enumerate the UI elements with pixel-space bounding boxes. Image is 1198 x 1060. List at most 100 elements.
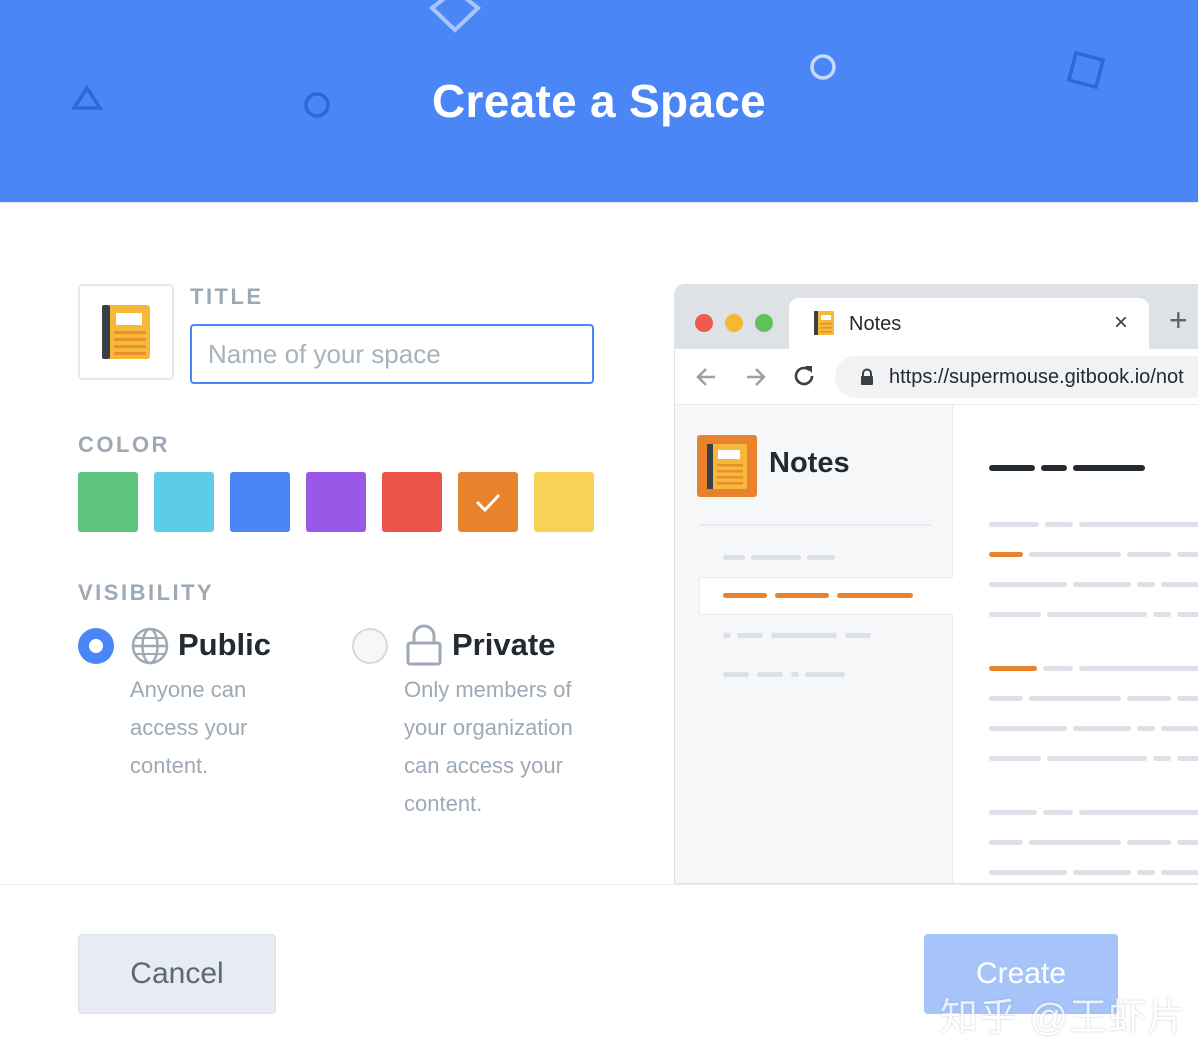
public-option-description: Anyone can access your content. [130, 677, 248, 778]
notebook-icon [814, 311, 834, 335]
text-line [1029, 696, 1121, 701]
color-swatch-orange[interactable] [458, 472, 518, 532]
color-swatch-cyan[interactable] [154, 472, 214, 532]
close-window-dot [695, 314, 713, 332]
text-line [1177, 552, 1198, 557]
active-page-line [723, 593, 767, 598]
active-page-line [837, 593, 913, 598]
public-radio[interactable] [78, 628, 114, 664]
preview-space-title: Notes [769, 447, 850, 479]
text-line [1029, 552, 1121, 557]
text-line [989, 810, 1037, 815]
private-option-description: Only members of your organization can ac… [404, 677, 573, 816]
private-radio[interactable] [352, 628, 388, 664]
space-icon-picker[interactable] [78, 284, 174, 380]
text-line [1137, 582, 1155, 587]
link-line [989, 552, 1023, 557]
text-line [1073, 726, 1131, 731]
browser-tab-bar: Notes × + [675, 285, 1198, 349]
color-swatch-purple[interactable] [306, 472, 366, 532]
text-line [1153, 612, 1171, 617]
heading-line [989, 465, 1035, 471]
text-line [1079, 666, 1198, 671]
notebook-icon [102, 305, 150, 359]
header-divider [0, 202, 1198, 203]
text-line [989, 726, 1067, 731]
placeholder-line [771, 633, 837, 638]
heading-line [1073, 465, 1145, 471]
placeholder-line [751, 555, 801, 560]
color-swatch-blue[interactable] [230, 472, 290, 532]
text-line [1161, 870, 1198, 875]
placeholder-line [791, 672, 799, 677]
sidebar-divider [699, 524, 931, 526]
active-page-line [775, 593, 829, 598]
private-option-title[interactable]: Private [452, 627, 555, 663]
text-line [1079, 810, 1198, 815]
public-option-title[interactable]: Public [178, 627, 271, 663]
text-line [1043, 666, 1073, 671]
text-line [989, 612, 1041, 617]
placeholder-line [807, 555, 835, 560]
text-line [1177, 696, 1198, 701]
text-line [1127, 552, 1171, 557]
placeholder-line [845, 633, 871, 638]
text-line [1127, 696, 1171, 701]
placeholder-line [723, 555, 745, 560]
footer-divider [0, 884, 1198, 885]
address-bar: https://supermouse.gitbook.io/not [835, 356, 1198, 398]
text-line [1177, 612, 1198, 617]
color-swatch-yellow[interactable] [534, 472, 594, 532]
reload-icon [794, 366, 814, 386]
minimize-window-dot [725, 314, 743, 332]
preview-sidebar: Notes [675, 405, 953, 883]
visibility-label: VISIBILITY [78, 580, 215, 605]
lock-icon [406, 624, 442, 666]
heading-line [1041, 465, 1067, 471]
text-line [1127, 840, 1171, 845]
back-arrow-icon [696, 368, 715, 386]
text-line [1029, 840, 1121, 845]
color-label: COLOR [78, 432, 170, 457]
browser-tab: Notes × [789, 298, 1149, 349]
text-line [1079, 522, 1198, 527]
cancel-button[interactable]: Cancel [78, 934, 276, 1014]
text-line [1177, 840, 1198, 845]
notebook-icon [697, 435, 757, 497]
placeholder-line [737, 633, 763, 638]
placeholder-line [805, 672, 845, 677]
space-title-input[interactable] [190, 324, 594, 384]
text-line [1137, 726, 1155, 731]
text-line [989, 522, 1039, 527]
space-preview: Notes × + https://supermouse.gitbook.io/… [674, 284, 1198, 884]
text-line [1161, 582, 1198, 587]
globe-icon [131, 627, 169, 665]
diamond-decoration [428, 0, 482, 33]
text-line [1047, 612, 1147, 617]
modal-title: Create a Space [431, 75, 767, 127]
url-text: https://supermouse.gitbook.io/not [889, 366, 1184, 388]
color-swatch-green[interactable] [78, 472, 138, 532]
text-line [1043, 810, 1073, 815]
text-line [1137, 870, 1155, 875]
color-swatch-red[interactable] [382, 472, 442, 532]
new-tab-icon: + [1169, 302, 1188, 338]
forward-arrow-icon [747, 368, 766, 386]
placeholder-line [757, 672, 783, 677]
text-line [1073, 582, 1131, 587]
text-line [989, 696, 1023, 701]
placeholder-line [723, 633, 731, 638]
text-line [989, 840, 1023, 845]
text-line [1177, 756, 1198, 761]
maximize-window-dot [755, 314, 773, 332]
modal-header: Create a Space [0, 0, 1198, 202]
close-tab-icon: × [1114, 309, 1129, 336]
text-line [1153, 756, 1171, 761]
text-line [1161, 726, 1198, 731]
tab-title: Notes [849, 313, 902, 335]
lock-icon [861, 368, 873, 385]
link-line [989, 666, 1037, 671]
text-line [989, 756, 1041, 761]
text-line [989, 870, 1067, 875]
text-line [1047, 756, 1147, 761]
